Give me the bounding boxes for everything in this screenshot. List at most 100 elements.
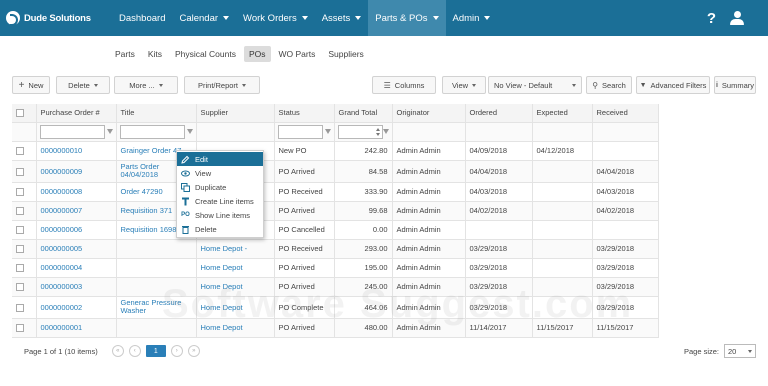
po-filter-input[interactable] — [39, 124, 105, 139]
row-checkbox[interactable] — [16, 167, 24, 176]
table-row[interactable]: 0000000009 Parts Order 04/04/2018 PO Arr… — [12, 160, 659, 183]
tab-physical-counts[interactable]: Physical Counts — [170, 46, 241, 62]
title-link[interactable] — [116, 239, 197, 259]
col-purchase-order[interactable]: Purchase Order # — [36, 104, 117, 123]
row-select-cell — [12, 182, 37, 202]
columns-button[interactable]: ☰ Columns — [372, 76, 436, 94]
col-originator[interactable]: Originator — [392, 104, 466, 123]
po-number-link[interactable]: 0000000004 — [36, 258, 117, 278]
po-number-link[interactable]: 0000000005 — [36, 239, 117, 259]
menu-item-edit[interactable]: Edit — [177, 152, 263, 166]
col-status[interactable]: Status — [274, 104, 335, 123]
title-link[interactable] — [116, 318, 197, 338]
print-report-button[interactable]: Print/Report — [184, 76, 260, 94]
help-icon[interactable]: ? — [707, 10, 716, 27]
tab-pos[interactable]: POs — [243, 46, 271, 62]
tab-suppliers[interactable]: Suppliers — [323, 46, 368, 62]
title-link[interactable]: Generac Pressure Washer — [116, 296, 197, 319]
brand-logo[interactable]: Dude Solutions — [0, 0, 108, 36]
filter-icon[interactable] — [106, 129, 113, 134]
table-row[interactable]: 0000000008 Order 47290 PO Received 333.9… — [12, 182, 659, 202]
row-checkbox[interactable] — [16, 303, 24, 312]
table-row[interactable]: 0000000001 Home Depot PO Arrived 480.00 … — [12, 318, 659, 338]
row-checkbox[interactable] — [16, 207, 24, 215]
po-number-link[interactable]: 0000000006 — [36, 220, 117, 240]
table-row[interactable]: 0000000010 Grainger Order 47 New PO 242.… — [12, 141, 659, 161]
row-checkbox[interactable] — [16, 226, 24, 234]
view-button[interactable]: View — [442, 76, 486, 94]
new-button[interactable]: + New — [12, 76, 50, 94]
first-page-icon[interactable]: « — [111, 345, 124, 357]
menu-item-show-line-items[interactable]: PO Show Line items — [177, 208, 263, 222]
nav-dashboard[interactable]: Dashboard — [112, 0, 172, 36]
summary-button[interactable]: i Summary — [714, 76, 756, 94]
plus-icon: + — [18, 79, 25, 91]
col-title[interactable]: Title — [116, 104, 197, 123]
row-checkbox[interactable] — [16, 147, 24, 155]
page-size-select[interactable]: 20 — [724, 344, 756, 358]
search-button[interactable]: ⚲ Search — [586, 76, 632, 94]
title-filter-input[interactable] — [119, 124, 185, 139]
filter-icon[interactable] — [382, 129, 389, 134]
row-checkbox[interactable] — [16, 324, 24, 332]
col-grand-total[interactable]: Grand Total — [334, 104, 393, 123]
title-link[interactable] — [116, 277, 197, 297]
supplier-link[interactable]: Home Depot - — [196, 239, 275, 259]
col-ordered[interactable]: Ordered — [465, 104, 533, 123]
current-page[interactable]: 1 — [145, 345, 166, 357]
nav-parts-pos[interactable]: Parts & POs — [368, 0, 446, 36]
menu-item-view[interactable]: View — [177, 166, 263, 180]
filter-icon[interactable] — [186, 129, 193, 134]
po-number-link[interactable]: 0000000001 — [36, 318, 117, 338]
menu-item-create-line-items[interactable]: Create Line items — [177, 194, 263, 208]
filter-icon[interactable] — [324, 129, 331, 134]
table-row[interactable]: 0000000002 Generac Pressure Washer Home … — [12, 296, 659, 319]
tab-kits[interactable]: Kits — [143, 46, 167, 62]
supplier-link[interactable]: Home Depot — [196, 258, 275, 278]
nav-work-orders[interactable]: Work Orders — [236, 0, 315, 36]
more-button[interactable]: More ... — [114, 76, 178, 94]
advanced-filters-button[interactable]: ▼ Advanced Filters — [636, 76, 710, 94]
table-row[interactable]: 0000000005 Home Depot - PO Received 293.… — [12, 239, 659, 259]
table-row[interactable]: 0000000007 Requisition 371 PO Arrived 99… — [12, 201, 659, 221]
po-number-link[interactable]: 0000000009 — [36, 160, 117, 183]
row-checkbox[interactable] — [16, 264, 24, 272]
title-link[interactable] — [116, 258, 197, 278]
delete-button[interactable]: Delete — [56, 76, 110, 94]
menu-item-delete[interactable]: Delete — [177, 222, 263, 236]
table-row[interactable]: 0000000006 Requisition 16987 PO Cancelle… — [12, 220, 659, 240]
supplier-link[interactable]: Home Depot — [196, 318, 275, 338]
row-checkbox[interactable] — [16, 188, 24, 196]
col-expected[interactable]: Expected — [532, 104, 593, 123]
po-number-link[interactable]: 0000000007 — [36, 201, 117, 221]
po-number-link[interactable]: 0000000010 — [36, 141, 117, 161]
col-received[interactable]: Received — [592, 104, 659, 123]
menu-item-duplicate[interactable]: Duplicate — [177, 180, 263, 194]
nav-calendar[interactable]: Calendar — [172, 0, 236, 36]
row-checkbox[interactable] — [16, 245, 24, 253]
po-number-link[interactable]: 0000000008 — [36, 182, 117, 202]
view-select[interactable]: No View - Default — [488, 76, 582, 94]
grid-footer: Page 1 of 1 (10 items) « ‹ 1 › » Page si… — [12, 341, 756, 361]
last-page-icon[interactable]: » — [187, 345, 200, 357]
col-supplier[interactable]: Supplier — [196, 104, 275, 123]
status-filter-input[interactable] — [277, 124, 323, 139]
spinner-icon[interactable] — [375, 126, 381, 138]
chevron-down-icon — [223, 16, 230, 20]
po-number-link[interactable]: 0000000003 — [36, 277, 117, 297]
brand-name: Dude Solutions — [24, 12, 91, 24]
table-row[interactable]: 0000000003 Home Depot PO Arrived 245.00 … — [12, 277, 659, 297]
nav-admin[interactable]: Admin — [446, 0, 498, 36]
tab-parts[interactable]: Parts — [110, 46, 140, 62]
tab-wo-parts[interactable]: WO Parts — [274, 46, 321, 62]
nav-assets[interactable]: Assets — [315, 0, 369, 36]
select-all-checkbox[interactable] — [16, 109, 24, 118]
supplier-link[interactable]: Home Depot — [196, 277, 275, 297]
user-icon[interactable] — [730, 11, 744, 25]
prev-page-icon[interactable]: ‹ — [128, 345, 141, 357]
po-number-link[interactable]: 0000000002 — [36, 296, 117, 319]
table-row[interactable]: 0000000004 Home Depot PO Arrived 195.00 … — [12, 258, 659, 278]
next-page-icon[interactable]: › — [170, 345, 183, 357]
row-checkbox[interactable] — [16, 283, 24, 291]
supplier-link[interactable]: Home Depot — [196, 296, 275, 319]
